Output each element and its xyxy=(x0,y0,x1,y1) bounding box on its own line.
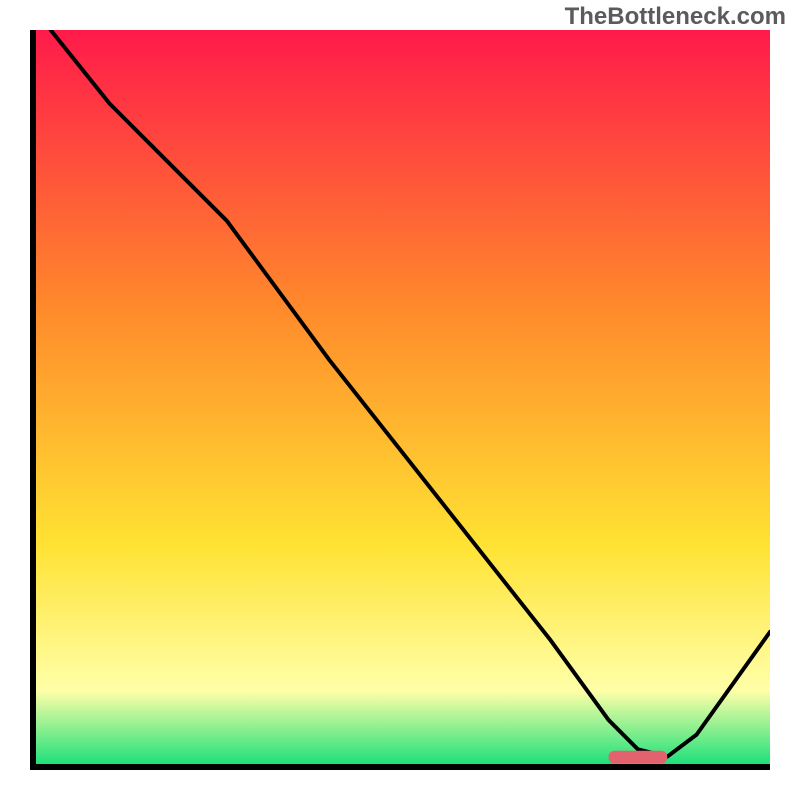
bottleneck-chart xyxy=(36,30,770,764)
optimal-range-marker xyxy=(609,751,668,764)
chart-axes xyxy=(30,30,770,770)
watermark-text: TheBottleneck.com xyxy=(565,3,786,31)
